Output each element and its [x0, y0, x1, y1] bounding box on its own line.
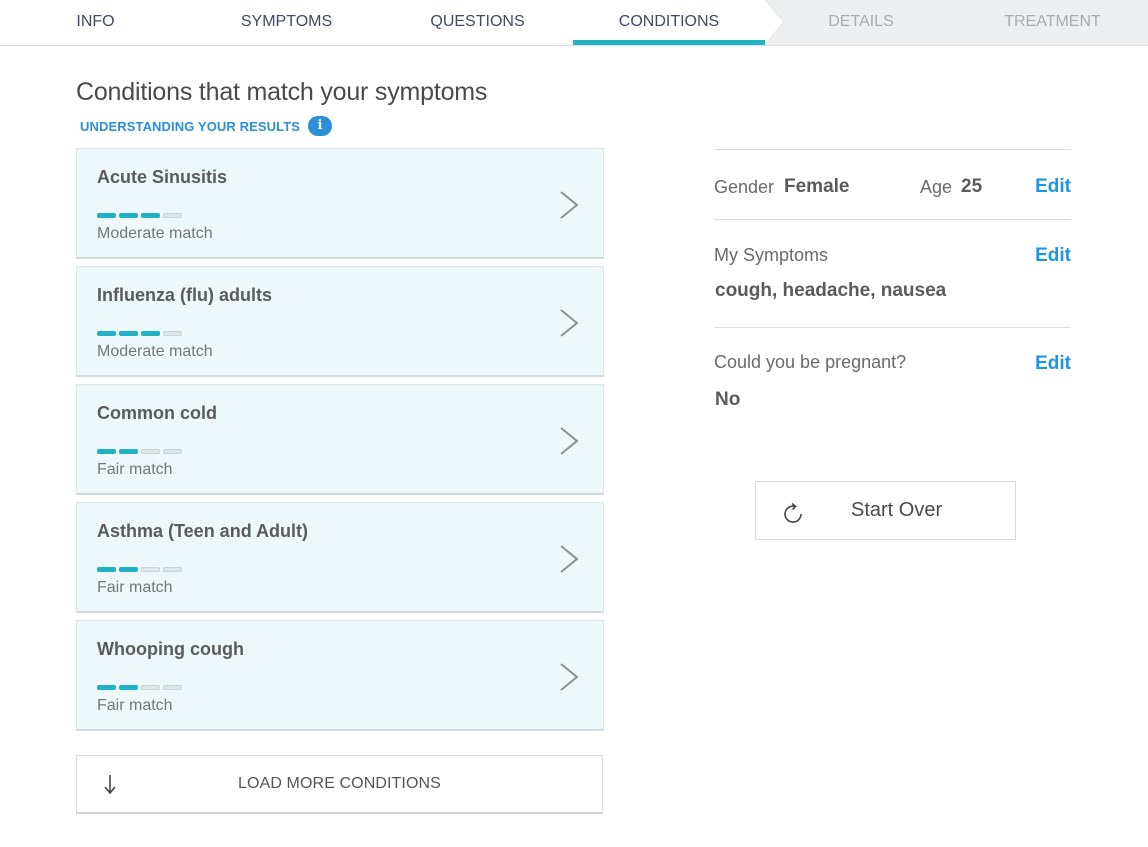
start-over-button[interactable]: Start Over: [755, 481, 1016, 540]
match-strength-meter: [97, 567, 182, 572]
chevron-right-icon: [560, 309, 579, 337]
chevron-right-icon: [560, 545, 579, 573]
chevron-right-icon: [560, 427, 579, 455]
age-label: Age: [920, 177, 953, 197]
tab-info[interactable]: INFO: [0, 0, 191, 45]
match-bar-empty: [163, 685, 182, 690]
match-bar-filled: [141, 331, 160, 336]
condition-name: Asthma (Teen and Adult): [97, 521, 308, 541]
match-bar-empty: [163, 449, 182, 454]
demographics-row: Gender Female Age 25 Edit: [714, 150, 1071, 219]
match-bar-filled: [119, 331, 138, 336]
condition-card[interactable]: Acute Sinusitis Moderate match: [76, 148, 604, 259]
match-bar-filled: [141, 213, 160, 218]
tab-symptoms[interactable]: SYMPTOMS: [191, 0, 382, 45]
match-bar-filled: [119, 685, 138, 690]
match-strength-meter: [97, 213, 182, 218]
condition-card[interactable]: Asthma (Teen and Adult) Fair match: [76, 502, 604, 613]
progress-tab-bar: INFO SYMPTOMS QUESTIONS CONDITIONS DETAI…: [0, 0, 1148, 46]
conditions-list: Acute Sinusitis Moderate match Influenza…: [76, 148, 604, 738]
pregnancy-row: Could you be pregnant? No Edit: [714, 328, 1071, 428]
match-strength-meter: [97, 331, 182, 336]
match-label: Moderate match: [97, 343, 213, 360]
match-bar-empty: [163, 331, 182, 336]
match-bar-empty: [141, 685, 160, 690]
age-value: 25: [961, 176, 983, 197]
symptoms-label: My Symptoms: [714, 245, 829, 265]
condition-name: Influenza (flu) adults: [97, 285, 272, 305]
condition-name: Common cold: [97, 403, 217, 423]
match-bar-filled: [119, 567, 138, 572]
info-icon[interactable]: i: [308, 116, 333, 136]
match-bar-filled: [97, 213, 116, 218]
page-title: Conditions that match your symptoms: [76, 78, 488, 106]
edit-pregnancy-link[interactable]: Edit: [1035, 353, 1071, 375]
tab-details: DETAILS: [828, 13, 894, 30]
condition-name: Whooping cough: [97, 639, 244, 659]
match-strength-meter: [97, 685, 182, 690]
edit-demographics-link[interactable]: Edit: [1035, 176, 1071, 198]
understanding-results-label[interactable]: UNDERSTANDING YOUR RESULTS: [80, 119, 300, 134]
edit-symptoms-link[interactable]: Edit: [1035, 245, 1071, 267]
match-bar-empty: [141, 567, 160, 572]
summary-panel: Gender Female Age 25 Edit My Symptoms co…: [714, 149, 1071, 428]
tab-treatment: TREATMENT: [1004, 13, 1101, 30]
condition-card[interactable]: Influenza (flu) adults Moderate match: [76, 266, 604, 377]
match-bar-filled: [119, 213, 138, 218]
chevron-right-icon: [560, 191, 579, 219]
tab-conditions[interactable]: CONDITIONS: [573, 0, 765, 45]
understanding-results-link[interactable]: UNDERSTANDING YOUR RESULTS i: [80, 116, 333, 136]
match-bar-filled: [97, 449, 116, 454]
match-label: Fair match: [97, 461, 173, 478]
match-bar-empty: [163, 213, 182, 218]
match-bar-filled: [97, 567, 116, 572]
match-label: Fair match: [97, 579, 173, 596]
match-bar-empty: [141, 449, 160, 454]
condition-card[interactable]: Whooping cough Fair match: [76, 620, 604, 731]
pregnancy-answer-value: No: [715, 389, 741, 410]
match-label: Moderate match: [97, 225, 213, 242]
symptoms-row: My Symptoms cough, headache, nausea Edit: [714, 220, 1071, 327]
match-bar-empty: [163, 567, 182, 572]
condition-name: Acute Sinusitis: [97, 167, 228, 187]
match-bar-filled: [97, 331, 116, 336]
chevron-right-icon: [560, 663, 579, 691]
tab-questions[interactable]: QUESTIONS: [382, 0, 573, 45]
condition-card[interactable]: Common cold Fair match: [76, 384, 604, 495]
refresh-icon: [784, 502, 802, 523]
gender-value: Female: [784, 176, 850, 197]
match-strength-meter: [97, 449, 182, 454]
pregnancy-question-label: Could you be pregnant?: [714, 352, 907, 372]
symptoms-value: cough, headache, nausea: [715, 280, 947, 301]
match-bar-filled: [119, 449, 138, 454]
gender-label: Gender: [714, 177, 775, 197]
load-more-label: LOAD MORE CONDITIONS: [238, 775, 441, 792]
start-over-label: Start Over: [851, 499, 943, 521]
match-bar-filled: [97, 685, 116, 690]
load-more-conditions-button[interactable]: LOAD MORE CONDITIONS: [76, 755, 603, 814]
match-label: Fair match: [97, 697, 173, 714]
